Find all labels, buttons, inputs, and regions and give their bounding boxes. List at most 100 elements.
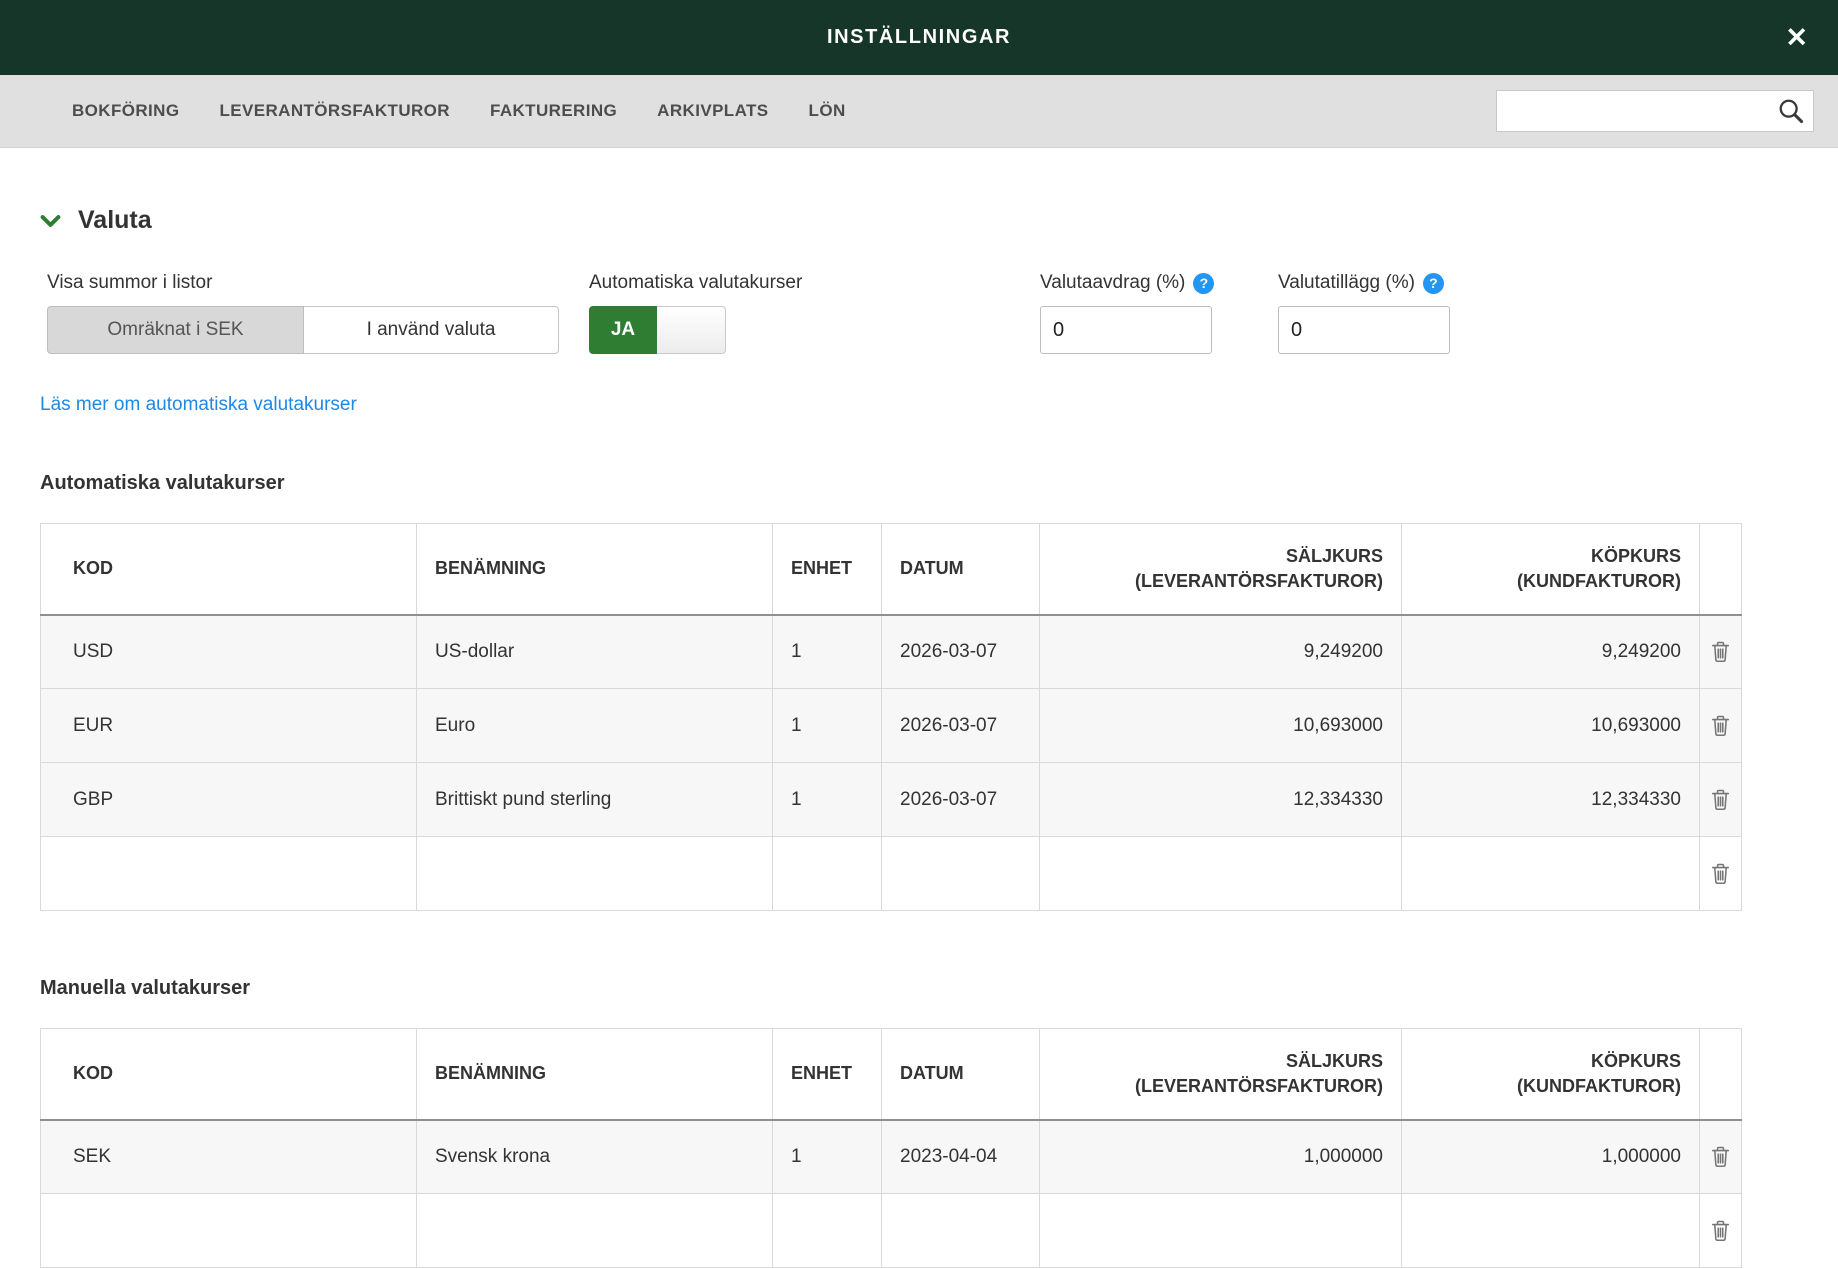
- tab-lon[interactable]: LÖN: [809, 101, 846, 121]
- delete-row-icon[interactable]: [1711, 1145, 1730, 1168]
- cell-actions: [1700, 1120, 1742, 1194]
- search-input[interactable]: [1496, 90, 1814, 132]
- empty-cell: [1040, 1194, 1402, 1268]
- table-header-row: KOD BENÄMNING ENHET DATUM SÄLJKURS (LEVE…: [41, 1029, 1742, 1120]
- deduction-input[interactable]: [1040, 306, 1212, 354]
- help-valutatillagg-icon[interactable]: ?: [1423, 273, 1444, 294]
- auto-rates-toggle[interactable]: JA: [589, 306, 726, 354]
- cell-saljkurs: 10,693000: [1040, 689, 1402, 763]
- close-icon[interactable]: ✕: [1785, 24, 1808, 51]
- show-sums-label: Visa summor i listor: [47, 271, 559, 295]
- deduction-group: Valutaavdrag (%) ?: [1040, 271, 1278, 354]
- col-actions: [1700, 524, 1742, 615]
- cell-datum: 2026-03-07: [882, 763, 1040, 837]
- table-row-eur: EUR Euro 1 2026-03-07 10,693000 10,69300…: [41, 689, 1742, 763]
- delete-row-icon[interactable]: [1711, 862, 1730, 885]
- empty-cell: [1402, 1194, 1700, 1268]
- cell-datum: 2023-04-04: [882, 1120, 1040, 1194]
- cell-enhet: 1: [773, 1120, 882, 1194]
- chevron-down-icon[interactable]: [40, 214, 61, 228]
- cell-kod: GBP: [41, 763, 417, 837]
- tab-fakturering[interactable]: FAKTURERING: [490, 101, 617, 121]
- col-actions: [1700, 1029, 1742, 1120]
- auto-rates-table: KOD BENÄMNING ENHET DATUM SÄLJKURS (LEVE…: [40, 523, 1742, 911]
- tab-bokforing[interactable]: BOKFÖRING: [72, 101, 179, 121]
- auto-rates-label: Automatiska valutakurser: [589, 271, 1040, 295]
- nav-tabs: BOKFÖRING LEVERANTÖRSFAKTUROR FAKTURERIN…: [72, 101, 846, 121]
- deduction-label: Valutaavdrag (%): [1040, 272, 1185, 294]
- cell-kopkurs: 10,693000: [1402, 689, 1700, 763]
- empty-cell: [417, 837, 773, 911]
- col-saljkurs-line1: SÄLJKURS: [1040, 544, 1383, 569]
- col-benamning: BENÄMNING: [417, 524, 773, 615]
- table-row-usd: USD US-dollar 1 2026-03-07 9,249200 9,24…: [41, 615, 1742, 689]
- auto-rates-group: Automatiska valutakurser JA: [589, 271, 1040, 354]
- delete-row-icon[interactable]: [1711, 1219, 1730, 1242]
- table-row-empty: [41, 837, 1742, 911]
- help-valutaavdrag-icon[interactable]: ?: [1193, 273, 1214, 294]
- learn-more-link[interactable]: Läs mer om automatiska valutakurser: [40, 394, 357, 416]
- cell-enhet: 1: [773, 689, 882, 763]
- empty-cell: [41, 1194, 417, 1268]
- option-omraknat-i-sek[interactable]: Omräknat i SEK: [47, 306, 304, 354]
- option-i-anvand-valuta[interactable]: I använd valuta: [304, 306, 559, 354]
- table-row-empty: [41, 1194, 1742, 1268]
- table-row-sek: SEK Svensk krona 1 2023-04-04 1,000000 1…: [41, 1120, 1742, 1194]
- settings-nav: BOKFÖRING LEVERANTÖRSFAKTUROR FAKTURERIN…: [0, 75, 1838, 148]
- col-kopkurs-line1: KÖPKURS: [1402, 544, 1681, 569]
- show-sums-group: Visa summor i listor Omräknat i SEK I an…: [47, 271, 559, 354]
- col-enhet: ENHET: [773, 1029, 882, 1120]
- empty-cell: [773, 1194, 882, 1268]
- cell-saljkurs: 1,000000: [1040, 1120, 1402, 1194]
- cell-actions: [1700, 689, 1742, 763]
- col-kopkurs-line2: (KUNDFAKTUROR): [1402, 1074, 1681, 1099]
- modal-header: INSTÄLLNINGAR ✕: [0, 0, 1838, 75]
- cell-kod: EUR: [41, 689, 417, 763]
- col-kod: KOD: [41, 524, 417, 615]
- delete-row-icon[interactable]: [1711, 714, 1730, 737]
- col-kopkurs-line2: (KUNDFAKTUROR): [1402, 569, 1681, 594]
- cell-kod: SEK: [41, 1120, 417, 1194]
- cell-saljkurs: 12,334330: [1040, 763, 1402, 837]
- cell-datum: 2026-03-07: [882, 615, 1040, 689]
- cell-actions: [1700, 615, 1742, 689]
- valuta-section-header[interactable]: Valuta: [40, 206, 152, 235]
- cell-enhet: 1: [773, 615, 882, 689]
- cell-datum: 2026-03-07: [882, 689, 1040, 763]
- valuta-controls: Visa summor i listor Omräknat i SEK I an…: [40, 271, 1798, 354]
- cell-actions: [1700, 837, 1742, 911]
- cell-benamning: US-dollar: [417, 615, 773, 689]
- surcharge-group: Valutatillägg (%) ?: [1278, 271, 1798, 354]
- search-box: [1496, 90, 1814, 132]
- col-saljkurs: SÄLJKURS (LEVERANTÖRSFAKTUROR): [1040, 1029, 1402, 1120]
- cell-kod: USD: [41, 615, 417, 689]
- table-row-gbp: GBP Brittiskt pund sterling 1 2026-03-07…: [41, 763, 1742, 837]
- settings-content: Valuta Visa summor i listor Omräknat i S…: [0, 206, 1838, 1268]
- cell-saljkurs: 9,249200: [1040, 615, 1402, 689]
- cell-kopkurs: 1,000000: [1402, 1120, 1700, 1194]
- col-saljkurs-line2: (LEVERANTÖRSFAKTUROR): [1040, 1074, 1383, 1099]
- col-kopkurs: KÖPKURS (KUNDFAKTUROR): [1402, 524, 1700, 615]
- surcharge-input[interactable]: [1278, 306, 1450, 354]
- empty-cell: [1402, 837, 1700, 911]
- show-sums-segmented: Omräknat i SEK I använd valuta: [47, 306, 559, 354]
- cell-actions: [1700, 763, 1742, 837]
- cell-benamning: Euro: [417, 689, 773, 763]
- col-kopkurs: KÖPKURS (KUNDFAKTUROR): [1402, 1029, 1700, 1120]
- delete-row-icon[interactable]: [1711, 788, 1730, 811]
- deduction-label-row: Valutaavdrag (%) ?: [1040, 271, 1278, 295]
- surcharge-label: Valutatillägg (%): [1278, 272, 1415, 294]
- col-benamning: BENÄMNING: [417, 1029, 773, 1120]
- delete-row-icon[interactable]: [1711, 640, 1730, 663]
- tab-leverantorsfakturor[interactable]: LEVERANTÖRSFAKTUROR: [219, 101, 450, 121]
- toggle-off-track: [657, 306, 726, 354]
- cell-actions: [1700, 1194, 1742, 1268]
- col-saljkurs-line1: SÄLJKURS: [1040, 1049, 1383, 1074]
- empty-cell: [41, 837, 417, 911]
- search-icon[interactable]: [1777, 97, 1805, 125]
- toggle-on-label: JA: [589, 306, 657, 354]
- cell-kopkurs: 12,334330: [1402, 763, 1700, 837]
- auto-table-title: Automatiska valutakurser: [40, 472, 1798, 495]
- col-datum: DATUM: [882, 524, 1040, 615]
- tab-arkivplats[interactable]: ARKIVPLATS: [657, 101, 768, 121]
